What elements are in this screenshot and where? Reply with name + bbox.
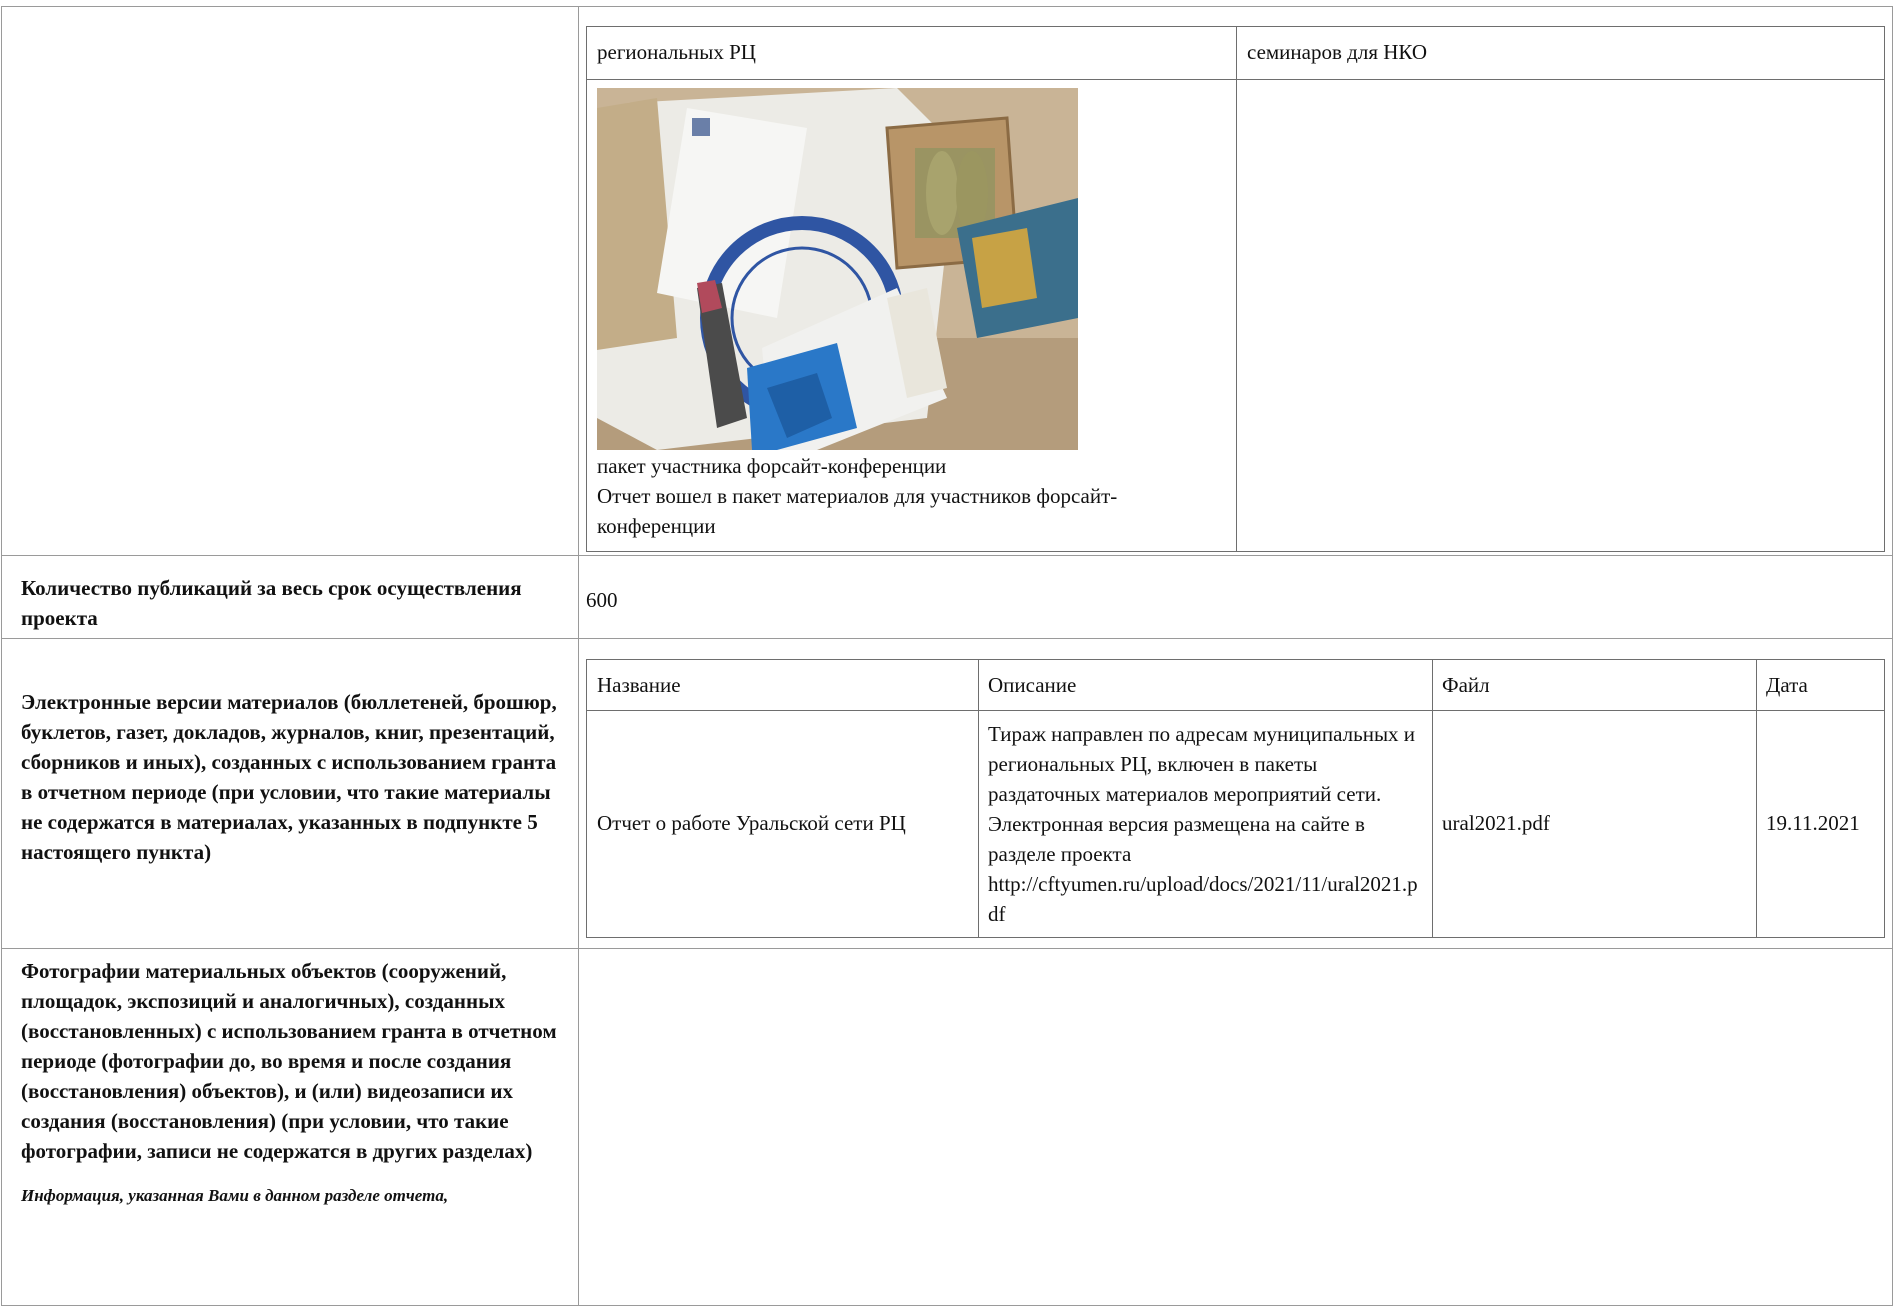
photos-note: Информация, указанная Вами в данном разд… (21, 1186, 449, 1205)
events-table: региональных РЦ семинаров для НКО пакет … (586, 26, 1885, 552)
electronic-materials-label: Электронные версии материалов (бюллетене… (21, 690, 557, 864)
header-divider (587, 710, 1884, 711)
row-divider (2, 555, 1892, 556)
row-divider (2, 948, 1892, 949)
material-description: Тираж направлен по адресам муниципальных… (988, 722, 1418, 926)
photo-image (597, 88, 1078, 450)
photos-label-text: Фотографии материальных объектов (сооруж… (21, 959, 557, 1163)
events-header-seminars: семинаров для НКО (1247, 40, 1428, 64)
photo-caption: пакет участника форсайт-конференции (597, 454, 947, 478)
column-header-name: Название (597, 673, 681, 697)
column-divider (1236, 27, 1237, 551)
column-header-description: Описание (988, 673, 1077, 697)
column-divider (1432, 660, 1433, 937)
photos-section-label: Фотографии материальных объектов (сооруж… (21, 956, 561, 1208)
participant-package-photo[interactable] (597, 88, 1078, 450)
material-name: Отчет о работе Уральской сети РЦ (597, 811, 906, 835)
publications-label: Количество публикаций за весь срок осуще… (21, 576, 522, 630)
column-header-date: Дата (1766, 673, 1808, 697)
row-divider (587, 79, 1884, 80)
publications-value: 600 (586, 588, 618, 612)
column-divider (578, 7, 579, 1305)
column-divider (978, 660, 979, 937)
electronic-materials-table: Название Описание Файл Дата Отчет о рабо… (586, 659, 1885, 938)
row-divider (2, 638, 1892, 639)
events-header-regional: региональных РЦ (597, 40, 756, 64)
column-divider (1756, 660, 1757, 937)
column-header-file: Файл (1442, 673, 1490, 697)
report-page: региональных РЦ семинаров для НКО пакет … (0, 0, 1896, 1306)
material-file-link[interactable]: ural2021.pdf (1442, 808, 1550, 838)
material-date: 19.11.2021 (1766, 811, 1860, 835)
photo-description: Отчет вошел в пакет материалов для участ… (597, 484, 1118, 538)
